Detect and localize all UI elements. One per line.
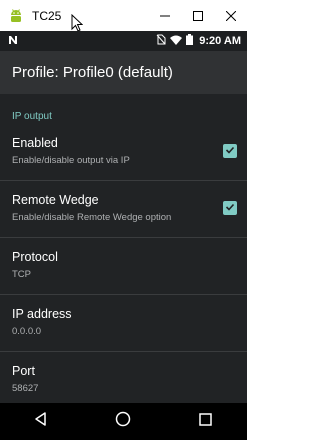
pref-ip-address[interactable]: IP address 0.0.0.0 xyxy=(0,295,247,352)
status-time: 9:20 AM xyxy=(199,35,241,47)
android-icon xyxy=(8,8,24,24)
minimize-button[interactable] xyxy=(148,0,181,31)
n-notification-icon xyxy=(8,35,18,48)
navigation-bar xyxy=(0,403,247,440)
checkmark-icon xyxy=(225,199,235,217)
pref-title: Protocol xyxy=(12,250,58,264)
pref-title: Remote Wedge xyxy=(12,193,99,207)
home-icon xyxy=(115,411,131,432)
pref-title: Enabled xyxy=(12,136,58,150)
remote-wedge-checkbox[interactable] xyxy=(223,201,237,215)
home-button[interactable] xyxy=(103,407,143,437)
maximize-icon xyxy=(192,10,203,21)
status-bar: 9:20 AM xyxy=(0,31,247,51)
checkmark-icon xyxy=(225,142,235,160)
pref-title: IP address xyxy=(12,307,72,321)
close-icon xyxy=(225,10,236,21)
back-button[interactable] xyxy=(21,407,61,437)
window-title-bar[interactable]: TC25 xyxy=(0,0,247,32)
pref-summary: Enable/disable Remote Wedge option xyxy=(12,212,172,223)
window-title: TC25 xyxy=(32,8,62,23)
app-bar: Profile: Profile0 (default) xyxy=(0,51,247,94)
pref-enabled[interactable]: Enabled Enable/disable output via IP xyxy=(0,124,247,181)
no-sim-icon xyxy=(156,34,166,48)
pref-title: Port xyxy=(12,364,35,378)
minimize-icon xyxy=(159,11,170,21)
pref-protocol[interactable]: Protocol TCP xyxy=(0,238,247,295)
pref-summary: 58627 xyxy=(12,383,39,394)
preference-list[interactable]: IP output Enabled Enable/disable output … xyxy=(0,94,247,403)
section-header: IP output xyxy=(12,111,52,122)
pref-port[interactable]: Port 58627 xyxy=(0,352,247,403)
recents-button[interactable] xyxy=(186,407,226,437)
battery-icon xyxy=(186,34,194,48)
page-title: Profile: Profile0 (default) xyxy=(12,64,173,81)
pref-summary: TCP xyxy=(12,269,31,280)
close-button[interactable] xyxy=(214,0,247,31)
pref-summary: Enable/disable output via IP xyxy=(12,155,130,166)
recents-icon xyxy=(199,412,213,431)
wifi-icon xyxy=(170,35,183,48)
pref-remote-wedge[interactable]: Remote Wedge Enable/disable Remote Wedge… xyxy=(0,181,247,238)
enabled-checkbox[interactable] xyxy=(223,144,237,158)
back-icon xyxy=(34,412,48,431)
pref-summary: 0.0.0.0 xyxy=(12,326,42,337)
maximize-button[interactable] xyxy=(181,0,214,31)
